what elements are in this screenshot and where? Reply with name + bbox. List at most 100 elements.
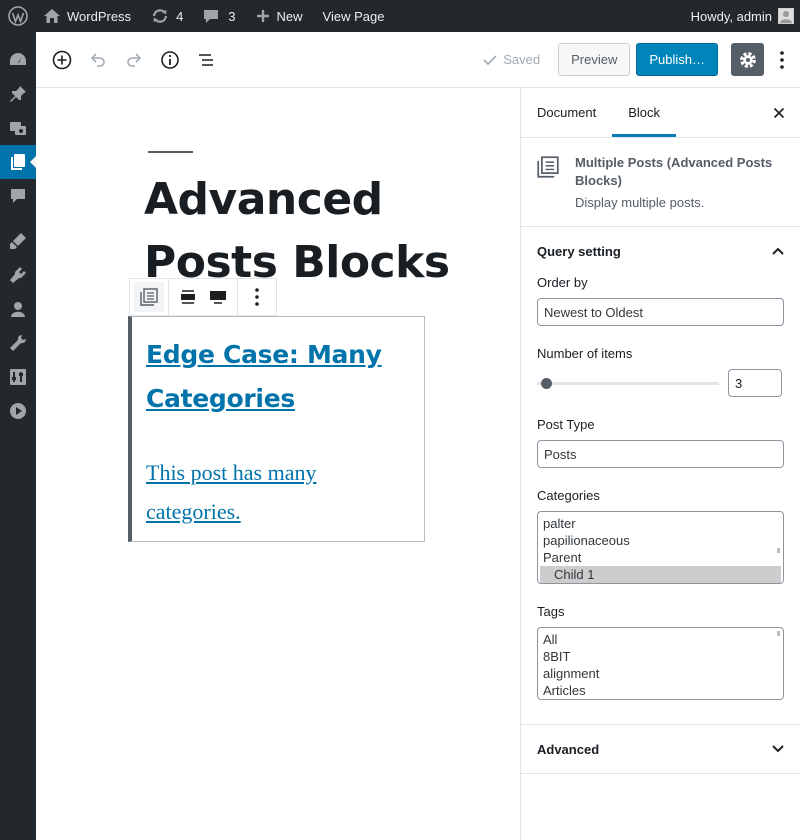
more-vertical-icon	[255, 288, 259, 306]
check-icon	[483, 54, 497, 65]
redo-icon	[127, 52, 142, 67]
avatar	[778, 8, 794, 24]
chevron-up-icon	[772, 247, 784, 255]
menu-users-icon[interactable]	[0, 292, 36, 326]
menu-posts-icon[interactable]	[0, 77, 36, 111]
new-content-link[interactable]: New	[249, 0, 310, 32]
tags-label: Tags	[537, 604, 565, 619]
editor-canvas: Advanced Posts Blocks Edge Case: Many Ca…	[36, 88, 520, 840]
menu-settings-icon[interactable]	[0, 360, 36, 394]
more-vertical-icon	[780, 50, 784, 69]
sidebar-tabs: Document Block	[521, 88, 800, 138]
block-more-button[interactable]	[242, 282, 272, 312]
comments-icon	[204, 9, 219, 23]
settings-sidebar: Document Block Multiple Posts (Advanced …	[520, 88, 800, 840]
info-icon	[161, 50, 179, 69]
editor-header: Saved Preview Publish…	[36, 32, 800, 88]
list-icon	[199, 53, 213, 66]
post-title-link[interactable]: Edge Case: Many Categories	[146, 333, 410, 421]
menu-pages-icon[interactable]	[0, 145, 36, 179]
content-info-button[interactable]	[152, 42, 188, 78]
advanced-panel: Advanced	[521, 725, 800, 774]
menu-appearance-icon[interactable]	[0, 224, 36, 258]
category-option[interactable]: Parent	[540, 549, 781, 566]
advanced-title: Advanced	[537, 741, 600, 757]
order-by-label: Order by	[537, 275, 588, 290]
account-greeting: Howdy, admin	[690, 8, 772, 24]
gear-icon	[739, 51, 756, 68]
post-title[interactable]: Advanced Posts Blocks	[144, 168, 484, 294]
title-separator	[148, 151, 193, 153]
tag-option[interactable]: alignment	[540, 665, 781, 682]
multiple-posts-block[interactable]: Edge Case: Many Categories This post has…	[128, 316, 425, 542]
categories-label: Categories	[537, 488, 600, 503]
query-settings-panel: Query setting Order by Newest to Oldest …	[521, 227, 800, 725]
site-name-link[interactable]: WordPress	[36, 0, 138, 32]
menu-tools-icon[interactable]	[0, 326, 36, 360]
updates-icon	[152, 9, 168, 23]
tab-document[interactable]: Document	[521, 88, 612, 137]
advanced-toggle[interactable]: Advanced	[521, 725, 800, 773]
scrollbar-indicator[interactable]	[777, 631, 780, 636]
block-navigation-button[interactable]	[188, 42, 224, 78]
number-of-items-slider[interactable]	[537, 377, 719, 389]
category-option[interactable]: palter	[540, 515, 781, 532]
order-by-select[interactable]: Newest to Oldest	[537, 298, 784, 326]
preview-button[interactable]: Preview	[558, 43, 631, 76]
admin-menu	[0, 32, 36, 840]
view-page-label: View Page	[322, 8, 385, 24]
my-account-link[interactable]: Howdy, admin	[684, 0, 800, 32]
align-full-button[interactable]	[203, 282, 233, 312]
comments-link[interactable]: 3	[196, 0, 242, 32]
block-card-description: Display multiple posts.	[575, 195, 705, 210]
updates-count: 4	[176, 8, 184, 24]
query-settings-title: Query setting	[537, 243, 621, 259]
undo-button[interactable]	[80, 42, 116, 78]
menu-dashboard-icon[interactable]	[0, 43, 36, 77]
redo-button[interactable]	[116, 42, 152, 78]
close-sidebar-button[interactable]	[768, 102, 790, 124]
menu-plugins-icon[interactable]	[0, 258, 36, 292]
tag-option[interactable]: All	[540, 631, 781, 648]
align-wide-button[interactable]	[173, 282, 203, 312]
settings-button[interactable]	[731, 43, 764, 76]
tag-option[interactable]: 8BIT	[540, 648, 781, 665]
multiple-posts-icon	[140, 288, 158, 306]
slider-handle[interactable]	[541, 377, 553, 389]
publish-button[interactable]: Publish…	[636, 43, 718, 76]
query-settings-toggle[interactable]: Query setting	[521, 227, 800, 275]
admin-bar: WordPress 4 3 New View Page Howdy, admin	[0, 0, 800, 32]
undo-icon	[90, 52, 105, 67]
tags-listbox[interactable]: All 8BIT alignment Articles	[537, 627, 784, 700]
align-wide-icon	[181, 290, 195, 304]
category-option-selected[interactable]: Child 1	[540, 566, 781, 583]
updates-link[interactable]: 4	[144, 0, 190, 32]
plus-icon	[256, 10, 269, 22]
post-excerpt-link[interactable]: This post has many categories.	[146, 453, 410, 531]
view-page-link[interactable]: View Page	[316, 0, 392, 32]
site-name: WordPress	[67, 8, 132, 24]
more-tools-button[interactable]	[770, 42, 794, 78]
tag-option[interactable]: Articles	[540, 682, 781, 699]
add-block-button[interactable]	[44, 42, 80, 78]
menu-comments-icon[interactable]	[0, 179, 36, 213]
scrollbar-indicator[interactable]	[777, 548, 780, 553]
categories-listbox[interactable]: palter papilionaceous Parent Child 1	[537, 511, 784, 584]
block-switcher-button[interactable]	[134, 282, 164, 312]
tab-block[interactable]: Block	[612, 88, 677, 137]
number-of-items-label: Number of items	[537, 346, 633, 361]
menu-media-icon[interactable]	[0, 111, 36, 145]
align-full-icon	[210, 291, 226, 304]
post-type-select[interactable]: Posts	[537, 440, 784, 468]
number-of-items-input[interactable]: 3	[728, 369, 782, 397]
multiple-posts-icon	[537, 154, 559, 210]
block-card-title: Multiple Posts (Advanced Posts Blocks)	[575, 155, 773, 188]
saved-indicator: Saved	[483, 52, 540, 67]
comments-count: 3	[228, 8, 236, 24]
category-option[interactable]: papilionaceous	[540, 532, 781, 549]
wordpress-logo-icon[interactable]	[0, 0, 36, 32]
menu-media-player-icon[interactable]	[0, 394, 36, 428]
saved-label: Saved	[503, 52, 541, 67]
plus-circle-icon	[52, 50, 72, 69]
block-card: Multiple Posts (Advanced Posts Blocks) D…	[521, 138, 800, 227]
